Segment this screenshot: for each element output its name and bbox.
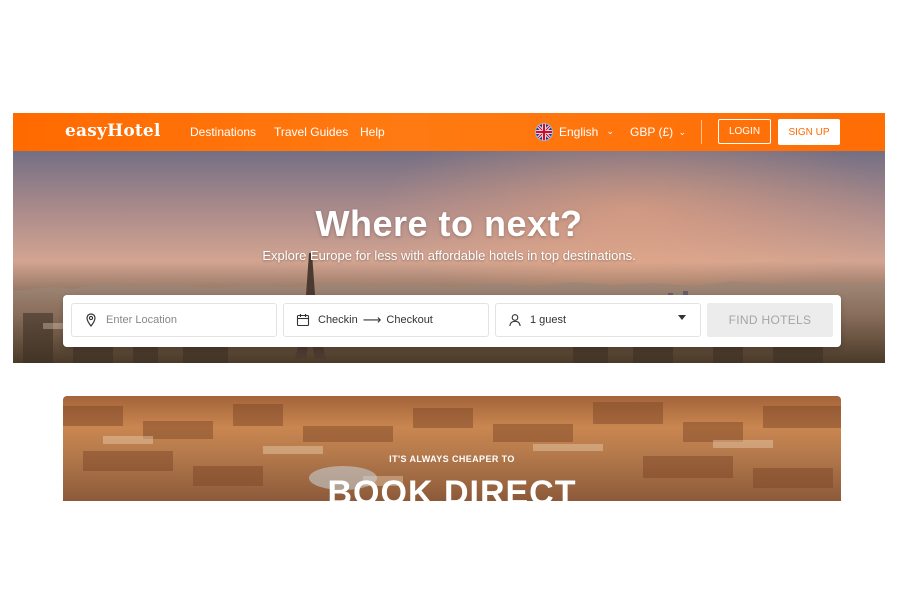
find-hotels-button[interactable]: FIND HOTELS: [707, 303, 833, 337]
login-button[interactable]: LOGIN: [718, 119, 771, 144]
location-placeholder: Enter Location: [106, 314, 177, 326]
site-frame: easyHotel Destinations Travel Guides Hel…: [13, 113, 885, 363]
guests-field[interactable]: 1 guest: [495, 303, 701, 337]
promo-headline: BOOK DIRECT: [327, 474, 577, 501]
language-selector[interactable]: English ⌄: [535, 123, 614, 141]
hero-subtitle: Explore Europe for less with affordable …: [262, 248, 636, 263]
signup-button[interactable]: SIGN UP: [778, 119, 840, 145]
caret-down-icon: [678, 315, 686, 320]
hotel-search-panel: Enter Location Checkin ⟶ Checkout 1 gues…: [63, 295, 841, 347]
promo-kicker: IT'S ALWAYS CHEAPER TO: [389, 454, 515, 464]
top-navigation: easyHotel Destinations Travel Guides Hel…: [13, 113, 885, 151]
nav-help[interactable]: Help: [360, 125, 385, 139]
currency-label: GBP (£): [630, 125, 674, 139]
language-label: English: [559, 125, 599, 139]
dates-field[interactable]: Checkin ⟶ Checkout: [283, 303, 489, 337]
chevron-down-icon: ⌄: [606, 125, 614, 136]
map-pin-icon: [86, 313, 96, 327]
uk-flag-icon: [535, 123, 553, 141]
arrow-right-icon: ⟶: [362, 312, 382, 327]
nav-travel-guides[interactable]: Travel Guides: [274, 125, 348, 139]
checkin-label: Checkin: [318, 314, 358, 326]
hero-title: Where to next?: [315, 203, 583, 244]
location-field[interactable]: Enter Location: [71, 303, 277, 337]
easyhotel-logo[interactable]: easyHotel: [65, 121, 161, 141]
header-divider: [701, 120, 702, 144]
checkout-label: Checkout: [386, 314, 433, 326]
guests-value: 1 guest: [530, 314, 567, 326]
book-direct-banner[interactable]: IT'S ALWAYS CHEAPER TO BOOK DIRECT: [63, 396, 841, 501]
currency-selector[interactable]: GBP (£) ⌄: [630, 125, 686, 139]
calendar-icon: [296, 314, 310, 327]
chevron-down-icon: ⌄: [678, 127, 687, 137]
nav-destinations[interactable]: Destinations: [190, 125, 256, 139]
person-icon: [509, 314, 521, 327]
